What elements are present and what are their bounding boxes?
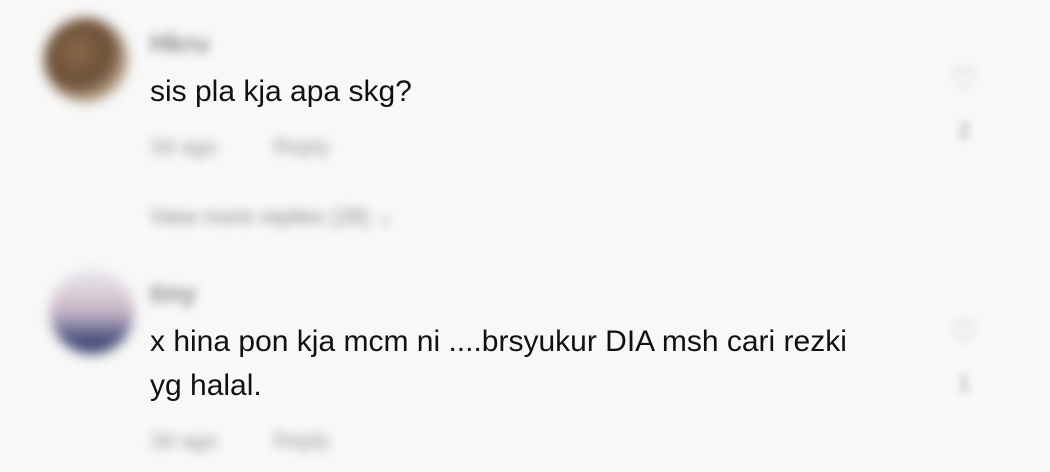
avatar[interactable] [50, 270, 134, 354]
heart-icon[interactable]: ♡ [944, 318, 984, 348]
comment-meta: 3d ago Reply [150, 134, 330, 160]
comment-time: 3d ago [150, 134, 218, 159]
reply-button[interactable]: Reply [273, 134, 329, 159]
reply-button[interactable]: Reply [273, 428, 329, 453]
heart-icon[interactable]: ♡ [944, 66, 984, 96]
comment-time: 3d ago [150, 428, 218, 453]
avatar[interactable] [44, 18, 128, 102]
view-replies-label: View more replies (28) [150, 204, 370, 229]
like-count: 1 [957, 370, 971, 395]
comment-item: tiny x hina pon kja mcm ni ....brsyukur … [0, 250, 1050, 472]
like-count: 2 [957, 118, 971, 143]
comment-text-line: x hina pon kja mcm ni ....brsyukur DIA m… [150, 325, 847, 358]
comment-text-line: yg halal. [150, 369, 262, 402]
comment-text-line: sis pla kja apa skg? [150, 75, 412, 108]
chevron-down-icon: ⌄ [375, 204, 395, 229]
comment-item: Hkru sis pla kja apa skg? 3d ago Reply V… [0, 0, 1050, 250]
comment-meta: 3d ago Reply [150, 428, 330, 454]
comment-username[interactable]: tiny [150, 278, 196, 309]
comment-text: sis pla kja apa skg? [150, 70, 412, 114]
view-replies-button[interactable]: View more replies (28) ⌄ [150, 204, 394, 230]
comment-username[interactable]: Hkru [150, 28, 209, 59]
comment-text: x hina pon kja mcm ni ....brsyukur DIA m… [150, 320, 847, 408]
